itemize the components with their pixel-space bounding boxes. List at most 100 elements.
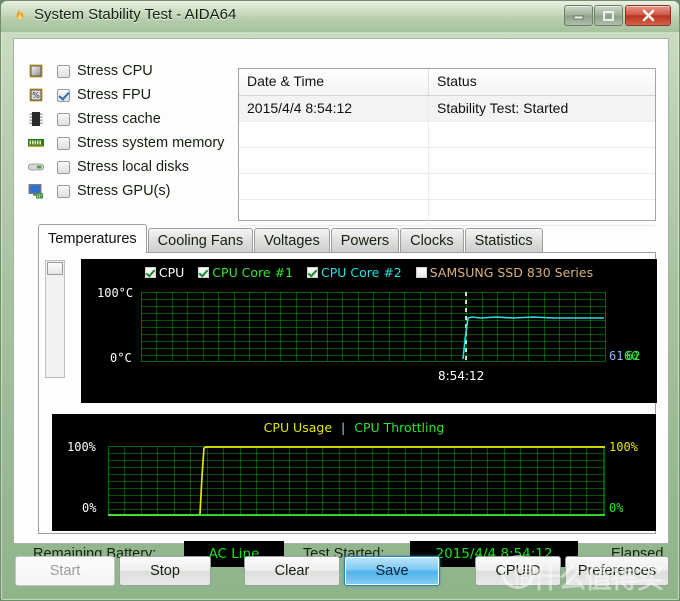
checkbox-stress-fpu[interactable] [57,88,70,102]
save-button[interactable]: Save [344,556,440,586]
cell-status [429,200,437,225]
stress-option-label: Stress cache [77,111,161,127]
stress-option-cache[interactable]: Stress cache [27,107,242,131]
legend-checkbox-icon[interactable] [415,267,427,278]
legend-item-cpu-usage[interactable]: CPU Usage [264,420,332,435]
sensor-list-scrollbar[interactable] [45,260,65,378]
cpu-axis-min-right: 0% [609,501,624,515]
cell-datetime [239,200,429,225]
temperatures-plot [141,292,606,362]
legend-separator: | [341,420,346,435]
hard-disk-icon [27,158,45,176]
stress-option-label: Stress FPU [77,87,152,103]
preferences-button[interactable]: Preferences [565,556,669,586]
temp-time-marker-label: 8:54:12 [438,369,485,383]
temperatures-graph-legend: CPU CPU Core #1 CPU Core #2 SAMSUNG SSD … [81,265,657,280]
temp-value-label-core2: 62 [626,349,641,363]
legend-label: CPU [158,265,185,280]
cpu-chip-icon [27,62,45,80]
window-title: System Stability Test - AIDA64 [34,6,237,23]
close-icon [626,6,670,25]
legend-label: CPU Core #2 [321,265,402,280]
legend-item-samsung-ssd[interactable]: SAMSUNG SSD 830 Series [415,265,594,280]
cell-datetime [239,148,429,173]
cpu-axis-max-right: 100% [609,440,638,454]
status-log-table[interactable]: Date & Time Status 2015/4/4 8:54:12 Stab… [238,68,656,226]
temp-axis-max-label: 100°C [97,286,134,300]
tab-temperatures[interactable]: Temperatures [38,224,147,253]
stress-option-disks[interactable]: Stress local disks [27,155,242,179]
app-window: System Stability Test - AIDA64 Stress CP… [0,0,680,601]
legend-item-cpu-core-1[interactable]: CPU Core #1 [198,265,293,280]
cell-datetime: 2015/4/4 8:54:12 [239,96,429,121]
gpu-monitor-icon [27,182,45,200]
flame-icon [12,8,28,24]
legend-checkbox-icon[interactable] [198,267,210,278]
memory-stick-icon [27,134,45,152]
temperatures-graph[interactable]: CPU CPU Core #1 CPU Core #2 SAMSUNG SSD … [81,259,657,403]
cpu-usage-graph[interactable]: CPU Usage | CPU Throttling 100% 0% 100% … [52,414,656,531]
cpu-usage-plot [108,446,605,516]
legend-label: CPU Usage [263,420,333,435]
checkbox-stress-cache[interactable] [57,112,70,126]
maximize-icon [595,6,622,25]
cpuid-button[interactable]: CPUID [475,556,561,586]
checkbox-stress-memory[interactable] [57,136,70,150]
checkbox-stress-disks[interactable] [57,160,70,174]
cpu-axis-min-left: 0% [82,501,97,515]
stress-option-label: Stress CPU [77,63,153,79]
title-bar[interactable]: System Stability Test - AIDA64 [1,1,679,32]
legend-item-cpu-core-2[interactable]: CPU Core #2 [307,265,402,280]
checkbox-stress-gpu[interactable] [57,184,70,198]
cell-status [429,122,437,147]
cell-status [429,148,437,173]
temp-axis-min-label: 0°C [110,351,132,365]
table-row[interactable]: 2015/4/4 8:54:12 Stability Test: Started [239,96,655,122]
temp-value-label-cpu: 61 [609,349,624,363]
stress-option-memory[interactable]: Stress system memory [27,131,242,155]
column-header-datetime[interactable]: Date & Time [239,69,429,95]
svg-text:%: % [32,91,40,100]
clear-button[interactable]: Clear [244,556,340,586]
tab-powers[interactable]: Powers [330,228,400,253]
legend-item-cpu-throttling[interactable]: CPU Throttling [354,420,444,435]
minimize-button[interactable] [564,5,593,26]
button-bar: Start Stop Clear Save CPUID Preferences [1,550,679,594]
table-row[interactable] [239,122,655,148]
minimize-icon [565,6,592,25]
close-button[interactable] [625,5,671,26]
legend-label: SAMSUNG SSD 830 Series [429,265,594,280]
tab-clocks[interactable]: Clocks [400,228,464,253]
maximize-button[interactable] [594,5,623,26]
client-area: Stress CPU % Stress FPU Stress cache Str… [13,38,669,578]
table-header-row: Date & Time Status [239,69,655,96]
legend-checkbox-icon[interactable] [144,267,156,278]
cell-datetime [239,122,429,147]
stress-option-gpu[interactable]: Stress GPU(s) [27,179,242,203]
column-header-status[interactable]: Status [429,69,477,95]
stop-button[interactable]: Stop [119,556,211,586]
stress-options-list: Stress CPU % Stress FPU Stress cache Str… [27,59,242,203]
table-row[interactable] [239,148,655,174]
stress-option-cpu[interactable]: Stress CPU [27,59,242,83]
tab-bar: Temperatures Cooling Fans Voltages Power… [38,224,544,253]
start-button[interactable]: Start [15,556,115,586]
cell-status: Stability Test: Started [437,100,569,116]
stress-option-fpu[interactable]: % Stress FPU [27,83,242,107]
checkbox-stress-cpu[interactable] [57,64,70,78]
legend-item-cpu[interactable]: CPU [144,265,185,280]
legend-label: CPU Throttling [354,420,445,435]
cell-status [429,174,437,199]
cpu-axis-max-left: 100% [67,440,96,454]
scrollbar-thumb[interactable] [47,262,63,275]
tab-statistics[interactable]: Statistics [464,228,543,253]
legend-label: CPU Core #1 [212,265,294,280]
table-row[interactable] [239,200,655,226]
stress-option-label: Stress system memory [77,135,225,151]
legend-checkbox-icon[interactable] [307,267,319,278]
tab-voltages[interactable]: Voltages [254,228,330,253]
tab-cooling-fans[interactable]: Cooling Fans [147,228,254,253]
cpu-usage-graph-legend: CPU Usage | CPU Throttling [52,420,656,435]
stress-option-label: Stress GPU(s) [77,183,171,199]
table-row[interactable] [239,174,655,200]
